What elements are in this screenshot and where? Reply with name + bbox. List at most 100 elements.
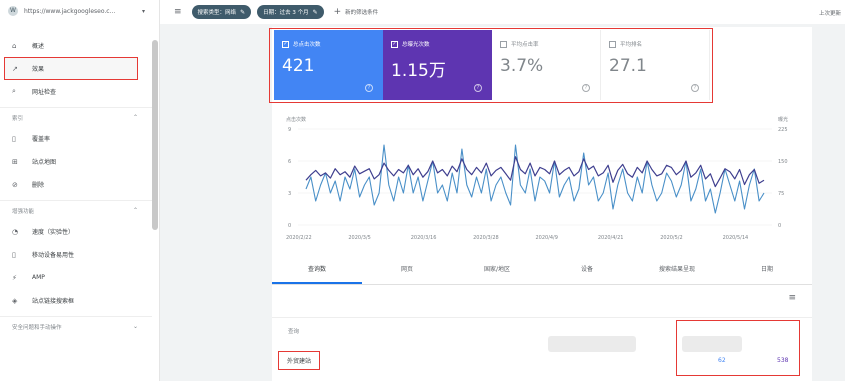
- checkbox-icon[interactable]: [500, 40, 507, 48]
- sidebar-item-mobile-usability[interactable]: ▯ 移动设备易用性: [0, 243, 152, 266]
- watermark-blur: [682, 336, 742, 352]
- tab-countries[interactable]: 国家/地区: [452, 255, 542, 284]
- metric-value: 421: [282, 56, 315, 76]
- sidebar-item-label: 效果: [32, 66, 45, 73]
- x-tick: 2020/4/21: [598, 235, 624, 241]
- filter-bar: ≡ 搜索类型：网络 ✎ 日期：过去 3 个月 ✎ + 新的筛选条件 上次更新: [160, 0, 845, 24]
- x-tick: 2020/4/9: [535, 235, 557, 241]
- sidebar-scrollbar[interactable]: [152, 40, 158, 230]
- property-url: https://www.jackgoogleseo.c...: [24, 7, 116, 15]
- sidebar-item-label: 站点链接搜索框: [32, 298, 75, 305]
- sidebar-item-label: 删除: [32, 182, 45, 189]
- y-left-axis-label: 点击次数: [286, 116, 306, 123]
- metric-average-ctr[interactable]: 平均点击率 3.7% ?: [492, 30, 601, 100]
- edit-icon: ✎: [312, 8, 318, 16]
- sidebar-nav: ⌂ 概述 ↗ 效果 ⌕ 网址检查 索引 ⌃ ▯ 覆盖率 ⊞ 站点地图 ⊘ 删除 …: [0, 34, 152, 336]
- sidebar-item-label: 覆盖率: [32, 136, 51, 143]
- tab-queries[interactable]: 查询数: [272, 255, 362, 284]
- mobile-icon: ▯: [12, 250, 16, 259]
- search-type-chip[interactable]: 搜索类型：网络 ✎: [191, 5, 252, 19]
- query-column-header[interactable]: 查询: [288, 327, 299, 335]
- help-icon[interactable]: ?: [691, 84, 699, 92]
- help-icon[interactable]: ?: [474, 84, 482, 92]
- tab-pages[interactable]: 网页: [362, 255, 452, 284]
- chevron-up-icon: ⌃: [132, 114, 138, 121]
- help-icon[interactable]: ?: [365, 84, 373, 92]
- y-right-axis-label: 曝光: [778, 116, 788, 123]
- search-icon: ⌕: [12, 87, 16, 95]
- y-right-tick: 75: [778, 191, 784, 197]
- section-label: 安全问题和手动操作: [12, 324, 62, 331]
- metric-label: 总曝光次数: [402, 42, 430, 48]
- y-right-tick: 0: [778, 223, 781, 229]
- metric-total-clicks[interactable]: ✓ 总点击次数 421 ?: [274, 30, 383, 100]
- sidebar-item-label: AMP: [32, 274, 45, 281]
- chevron-down-icon: ⌄: [132, 323, 138, 330]
- sidebar-item-performance[interactable]: ↗ 效果: [4, 57, 138, 80]
- x-tick: 2020/2/22: [286, 235, 312, 241]
- section-security[interactable]: 安全问题和手动操作 ⌄: [0, 316, 152, 336]
- y-left-tick: 0: [288, 223, 291, 229]
- x-tick: 2020/3/28: [473, 235, 499, 241]
- checkbox-checked-icon[interactable]: ✓: [391, 40, 398, 48]
- sitemap-icon: ⊞: [12, 157, 18, 166]
- dimension-tabs: 查询数 网页 国家/地区 设备 搜索结果呈现 日期: [272, 255, 812, 285]
- last-updated: 上次更新: [818, 11, 841, 17]
- x-tick: 2020/5/14: [723, 235, 749, 241]
- x-tick: 2020/3/16: [411, 235, 437, 241]
- x-tick: 2020/3/5: [348, 235, 370, 241]
- sidebar-item-url-inspection[interactable]: ⌕ 网址检查: [0, 80, 152, 103]
- date-range-chip[interactable]: 日期：过去 3 个月 ✎: [257, 5, 324, 19]
- sidebar-item-overview[interactable]: ⌂ 概述: [0, 34, 152, 57]
- metric-label: 总点击次数: [293, 42, 321, 48]
- checkbox-checked-icon[interactable]: ✓: [282, 40, 289, 48]
- sidebar-item-coverage[interactable]: ▯ 覆盖率: [0, 127, 152, 150]
- sidebar-item-speed[interactable]: ◔ 速度（实验性）: [0, 220, 152, 243]
- file-icon: ▯: [12, 134, 16, 143]
- performance-chart[interactable]: 点击次数 曝光 9 225 6 150 3 75 0 0 2020/2/22 2020/3/5 2020…: [272, 107, 812, 257]
- section-enhancements[interactable]: 增强功能 ⌃: [0, 200, 152, 220]
- query-cell: 外贸建站: [278, 351, 321, 370]
- home-icon: ⌂: [12, 41, 17, 50]
- tab-search-appearance[interactable]: 搜索结果呈现: [632, 255, 722, 284]
- wordpress-icon: W: [8, 6, 18, 16]
- watermark-blur: [548, 336, 636, 352]
- metric-cards: ✓ 总点击次数 421 ? ✓ 总曝光次数 1.15万 ? 平均点击率 3.7% ?…: [274, 30, 710, 100]
- filter-icon[interactable]: ≡: [174, 7, 182, 17]
- trending-icon: ↗: [12, 64, 18, 73]
- sidebar-item-sitelinks-searchbox[interactable]: ◈ 站点链接搜索框: [0, 289, 152, 312]
- y-right-tick: 150: [778, 159, 788, 165]
- new-filter-button[interactable]: + 新的筛选条件: [334, 7, 379, 17]
- sidebar-item-removals[interactable]: ⊘ 删除: [0, 173, 152, 196]
- metric-value: 3.7%: [500, 56, 544, 76]
- metric-value: 27.1: [609, 56, 647, 76]
- chevron-down-icon: ▾: [141, 7, 145, 15]
- table-filter-icon[interactable]: ≡: [788, 293, 796, 303]
- sidebar-item-sitemaps[interactable]: ⊞ 站点地图: [0, 150, 152, 173]
- y-right-tick: 225: [778, 127, 788, 133]
- section-index[interactable]: 索引 ⌃: [0, 107, 152, 127]
- metric-label: 平均点击率: [511, 42, 539, 48]
- remove-icon: ⊘: [12, 180, 18, 189]
- sidebar-item-amp[interactable]: ⚡ AMP: [0, 266, 152, 289]
- help-icon[interactable]: ?: [582, 84, 590, 92]
- sidebar-item-label: 速度（实验性）: [32, 229, 75, 236]
- chip-label: 日期：过去 3 个月: [263, 10, 309, 16]
- tab-devices[interactable]: 设备: [542, 255, 632, 284]
- tab-dates[interactable]: 日期: [722, 255, 812, 284]
- metric-value: 1.15万: [391, 61, 446, 81]
- layers-icon: ◈: [12, 296, 18, 305]
- checkbox-icon[interactable]: [609, 40, 616, 48]
- metric-total-impressions[interactable]: ✓ 总曝光次数 1.15万 ?: [383, 30, 492, 100]
- sidebar-item-label: 移动设备易用性: [32, 252, 75, 259]
- amp-icon: ⚡: [12, 273, 17, 282]
- edit-icon: ✎: [240, 8, 246, 16]
- search-console-app: W https://www.jackgoogleseo.c... ▾ ⌂ 概述 …: [0, 0, 845, 381]
- section-label: 增强功能: [12, 208, 35, 215]
- chevron-up-icon: ⌃: [132, 207, 138, 214]
- property-selector[interactable]: W https://www.jackgoogleseo.c... ▾: [0, 0, 159, 22]
- y-left-tick: 3: [288, 191, 291, 197]
- metric-average-position[interactable]: 平均排名 27.1 ?: [601, 30, 710, 100]
- y-left-tick: 9: [288, 127, 291, 133]
- sidebar: W https://www.jackgoogleseo.c... ▾ ⌂ 概述 …: [0, 0, 160, 381]
